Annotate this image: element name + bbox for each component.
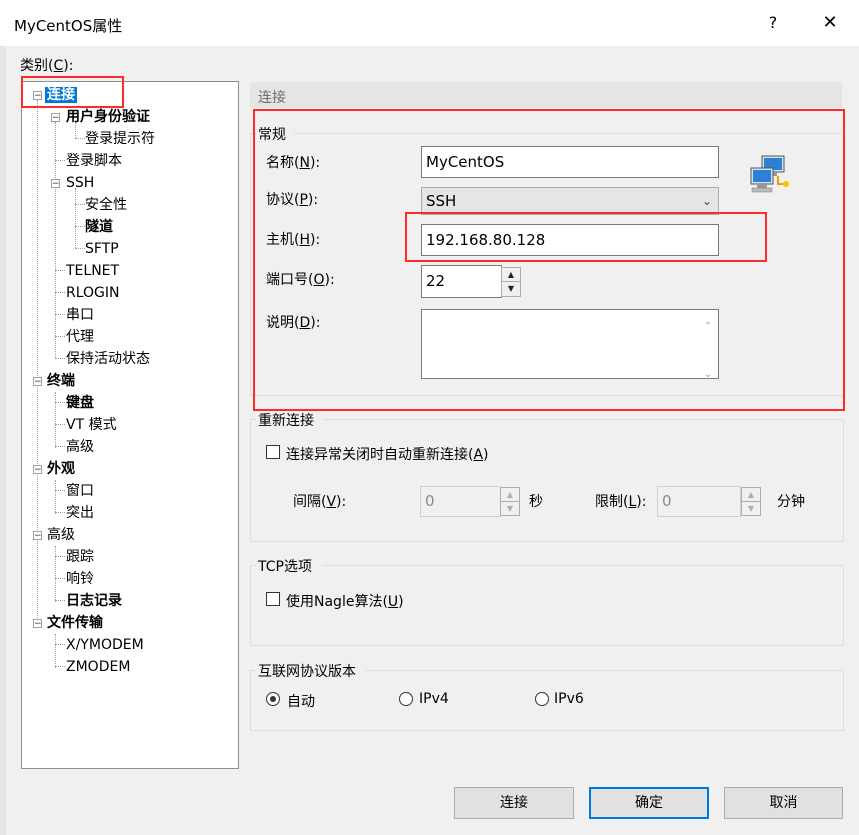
tree-line [55, 480, 56, 514]
tree-line [55, 358, 65, 359]
limit-unit: 分钟 [777, 494, 805, 510]
tree-line [37, 100, 38, 624]
annotation-box-connection [21, 76, 124, 108]
tree-item-window[interactable]: 窗口 [66, 481, 94, 501]
tree-line [55, 270, 65, 271]
tree-line [55, 292, 65, 293]
tree-item-vt-mode[interactable]: VT 模式 [66, 415, 117, 435]
tree-item-telnet[interactable]: TELNET [66, 261, 119, 281]
tcp-group-title: TCP选项 [256, 556, 314, 576]
annotation-box-host [405, 212, 767, 262]
tree-line [55, 446, 65, 447]
nagle-label[interactable]: 使用Nagle算法(U) [286, 591, 404, 611]
tree-line [55, 402, 65, 403]
tree-item-tunnel[interactable]: 隧道 [85, 217, 113, 237]
nagle-checkbox[interactable] [266, 592, 280, 606]
interval-unit: 秒 [529, 494, 543, 510]
tree-item-bell[interactable]: 响铃 [66, 569, 94, 589]
tree-item-login-prompt[interactable]: 登录提示符 [85, 129, 155, 149]
close-button[interactable]: ✕ [816, 10, 844, 36]
tree-item-keepalive[interactable]: 保持活动状态 [66, 349, 150, 369]
tree-item-serial[interactable]: 串口 [66, 305, 94, 325]
tree-item-rlogin[interactable]: RLOGIN [66, 283, 120, 303]
ipv4-label[interactable]: IPv4 [419, 691, 449, 707]
limit-label: 限制(L): [595, 494, 647, 510]
tree-line [55, 600, 65, 601]
collapse-icon[interactable]: − [33, 531, 42, 541]
section-title: 连接 [258, 90, 286, 106]
tree-item-security[interactable]: 安全性 [85, 195, 127, 215]
tree-item-appearance[interactable]: 外观 [47, 459, 75, 479]
collapse-icon[interactable]: − [33, 465, 42, 475]
down-arrow-icon[interactable]: ▼ [501, 502, 519, 516]
tree-line [55, 122, 56, 358]
auto-reconnect-checkbox[interactable] [266, 445, 280, 459]
reconnect-group [250, 419, 844, 542]
tree-item-terminal-advanced[interactable]: 高级 [66, 437, 94, 457]
ipv6-radio[interactable] [535, 692, 549, 706]
title-bar [0, 0, 859, 46]
connect-button[interactable]: 连接 [454, 787, 574, 819]
tree-line [55, 392, 56, 448]
tree-line [75, 248, 85, 249]
tree-item-terminal[interactable]: 终端 [47, 371, 75, 391]
tree-line [75, 226, 85, 227]
ip-auto-radio[interactable] [266, 692, 280, 706]
category-label: 类别(C): [20, 58, 74, 74]
collapse-icon[interactable]: − [33, 619, 42, 629]
tree-line [55, 314, 65, 315]
tree-item-file-transfer[interactable]: 文件传输 [47, 613, 103, 633]
tree-line [55, 556, 65, 557]
category-tree[interactable]: − − − − − − − 连接 用户身份验证 登录提示符 登录脚本 SSH 安… [21, 81, 239, 769]
tree-line [55, 578, 65, 579]
interval-label: 间隔(V): [293, 494, 347, 510]
tree-item-logging[interactable]: 日志记录 [66, 591, 122, 611]
interval-field[interactable]: 0 [420, 486, 501, 517]
window-title: MyCentOS属性 [14, 17, 123, 35]
tree-line [75, 188, 76, 248]
limit-stepper[interactable]: ▲ ▼ [741, 487, 761, 516]
tree-line [75, 204, 85, 205]
collapse-icon[interactable]: − [33, 377, 42, 387]
tree-line [55, 666, 65, 667]
reconnect-group-title: 重新连接 [256, 410, 316, 430]
tree-line [55, 424, 65, 425]
section-header: 连接 [250, 82, 842, 108]
cancel-button[interactable]: 取消 [724, 787, 843, 819]
tree-line [55, 160, 65, 161]
collapse-icon[interactable]: − [51, 113, 60, 123]
tree-item-advanced[interactable]: 高级 [47, 525, 75, 545]
ip-auto-label[interactable]: 自动 [287, 691, 315, 711]
tree-item-zmodem[interactable]: ZMODEM [66, 657, 130, 677]
auto-reconnect-label[interactable]: 连接异常关闭时自动重新连接(A) [286, 444, 489, 464]
down-arrow-icon[interactable]: ▼ [742, 502, 760, 516]
tree-line [55, 512, 65, 513]
tree-item-user-auth[interactable]: 用户身份验证 [66, 107, 150, 127]
limit-field[interactable]: 0 [657, 486, 741, 517]
collapse-icon[interactable]: − [51, 179, 60, 189]
ipv4-radio[interactable] [399, 692, 413, 706]
tree-item-xymodem[interactable]: X/YMODEM [66, 635, 144, 655]
window-edge [0, 46, 6, 835]
tree-item-highlight[interactable]: 突出 [66, 503, 94, 523]
up-arrow-icon[interactable]: ▲ [742, 488, 760, 502]
tree-line [55, 336, 65, 337]
tree-item-ssh[interactable]: SSH [66, 173, 94, 193]
interval-stepper[interactable]: ▲ ▼ [500, 487, 520, 516]
ip-version-group-title: 互联网协议版本 [256, 661, 358, 681]
tree-line [55, 634, 56, 668]
tree-line [55, 546, 56, 602]
tree-item-sftp[interactable]: SFTP [85, 239, 119, 259]
ipv6-label[interactable]: IPv6 [554, 691, 584, 707]
tree-line [55, 644, 65, 645]
tree-item-keyboard[interactable]: 键盘 [66, 393, 94, 413]
up-arrow-icon[interactable]: ▲ [501, 488, 519, 502]
tree-line [55, 490, 65, 491]
help-button[interactable]: ? [760, 10, 786, 36]
ok-button[interactable]: 确定 [589, 787, 709, 819]
tree-item-trace[interactable]: 跟踪 [66, 547, 94, 567]
tree-item-proxy[interactable]: 代理 [66, 327, 94, 347]
tree-line [75, 138, 85, 139]
tree-item-login-script[interactable]: 登录脚本 [66, 151, 122, 171]
